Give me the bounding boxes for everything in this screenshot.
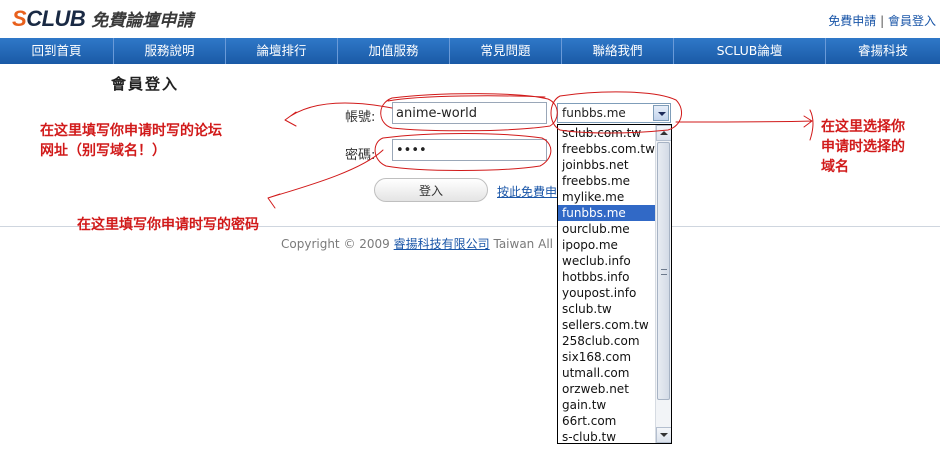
dropdown-option[interactable]: weclub.info bbox=[558, 253, 656, 269]
nav-item-company[interactable]: 睿揚科技 bbox=[826, 38, 940, 64]
dropdown-option[interactable]: mylike.me bbox=[558, 189, 656, 205]
chevron-down-icon[interactable] bbox=[653, 105, 669, 121]
sclub-logo[interactable]: SCLUB 免費論壇申請 bbox=[12, 6, 193, 32]
dropdown-option[interactable]: 258club.com bbox=[558, 333, 656, 349]
nav-item-faq[interactable]: 常見問題 bbox=[450, 38, 562, 64]
account-annotation-line2: 网址（别写域名！） bbox=[40, 143, 166, 159]
member-login-link[interactable]: 會員登入 bbox=[888, 14, 936, 28]
account-label: 帳號: bbox=[345, 110, 376, 125]
logo-subtitle: 免費論壇申請 bbox=[91, 11, 194, 31]
password-annotation: 在这里填写你申请时写的密码 bbox=[77, 217, 259, 233]
copyright-suffix: Taiwan All bbox=[493, 237, 553, 251]
domain-select[interactable]: funbbs.me bbox=[557, 103, 671, 123]
dropdown-option[interactable]: sclub.tw bbox=[558, 301, 656, 317]
account-annotation: 在这里填写你申请时写的论坛 网址（别写域名！） bbox=[40, 121, 222, 161]
domain-select-value: funbbs.me bbox=[562, 106, 626, 120]
nav-item-sclub-forum[interactable]: SCLUB論壇 bbox=[674, 38, 826, 64]
dropdown-option[interactable]: freebbs.me bbox=[558, 173, 656, 189]
copyright-prefix: Copyright © 2009 bbox=[281, 237, 390, 251]
domain-annotation-line2: 申请时选择的 bbox=[821, 139, 905, 155]
dropdown-option[interactable]: six168.com bbox=[558, 349, 656, 365]
dropdown-option[interactable]: utmall.com bbox=[558, 365, 656, 381]
main-nav: 回到首頁 服務說明 論壇排行 加值服務 常見問題 聯絡我們 SCLUB論壇 睿揚… bbox=[0, 38, 940, 64]
dropdown-option-selected[interactable]: funbbs.me bbox=[558, 205, 656, 221]
dropdown-scrollbar[interactable] bbox=[655, 125, 671, 443]
company-link[interactable]: 睿揚科技有限公司 bbox=[394, 237, 490, 251]
account-arrow-scribble bbox=[284, 102, 393, 127]
nav-item-ranking[interactable]: 論壇排行 bbox=[226, 38, 338, 64]
dropdown-option[interactable]: sclub.com.tw bbox=[558, 125, 656, 141]
header: SCLUB 免費論壇申請 免費申請 | 會員登入 bbox=[0, 0, 940, 38]
domain-annotation: 在这里选择你 申请时选择的 域名 bbox=[821, 117, 905, 177]
dropdown-option[interactable]: ourclub.me bbox=[558, 221, 656, 237]
nav-item-contact[interactable]: 聯絡我們 bbox=[562, 38, 674, 64]
grip-icon bbox=[661, 269, 667, 275]
dropdown-option[interactable]: freebbs.com.tw bbox=[558, 141, 656, 157]
register-link[interactable]: 按此免費申 bbox=[497, 183, 557, 200]
account-input[interactable] bbox=[392, 102, 547, 124]
password-label: 密碼: bbox=[345, 148, 376, 163]
dropdown-options: sclub.com.tw freebbs.com.tw joinbbs.net … bbox=[558, 125, 656, 443]
copyright: Copyright © 2009 睿揚科技有限公司 Taiwan All bbox=[281, 235, 553, 252]
scrollbar-thumb[interactable] bbox=[657, 142, 670, 400]
dropdown-option[interactable]: orzweb.net bbox=[558, 381, 656, 397]
dropdown-option[interactable]: ipopo.me bbox=[558, 237, 656, 253]
login-button[interactable]: 登入 bbox=[374, 178, 488, 202]
dropdown-option[interactable]: joinbbs.net bbox=[558, 157, 656, 173]
password-input[interactable] bbox=[392, 139, 547, 161]
dropdown-option[interactable]: sellers.com.tw bbox=[558, 317, 656, 333]
domain-annotation-line1: 在这里选择你 bbox=[821, 119, 905, 135]
free-apply-link[interactable]: 免費申請 bbox=[828, 14, 876, 28]
top-links: 免費申請 | 會員登入 bbox=[828, 12, 936, 29]
select-arrow-scribble bbox=[675, 109, 814, 141]
domain-dropdown-list: sclub.com.tw freebbs.com.tw joinbbs.net … bbox=[557, 124, 672, 444]
dropdown-option[interactable]: hotbbs.info bbox=[558, 269, 656, 285]
account-annotation-line1: 在这里填写你申请时写的论坛 bbox=[40, 123, 222, 139]
dropdown-option[interactable]: s-club.tw bbox=[558, 429, 656, 443]
top-links-separator: | bbox=[880, 14, 885, 28]
logo-brand: SCLUB bbox=[12, 6, 86, 31]
dropdown-option[interactable]: youpost.info bbox=[558, 285, 656, 301]
nav-item-service[interactable]: 服務說明 bbox=[114, 38, 226, 64]
page-title: 會員登入 bbox=[111, 75, 180, 93]
nav-item-value-added[interactable]: 加值服務 bbox=[338, 38, 450, 64]
scroll-up-icon[interactable] bbox=[656, 125, 671, 141]
nav-item-home[interactable]: 回到首頁 bbox=[0, 38, 114, 64]
scroll-down-icon[interactable] bbox=[656, 427, 671, 443]
dropdown-option[interactable]: 66rt.com bbox=[558, 413, 656, 429]
dropdown-option[interactable]: gain.tw bbox=[558, 397, 656, 413]
domain-annotation-line3: 域名 bbox=[821, 159, 849, 175]
